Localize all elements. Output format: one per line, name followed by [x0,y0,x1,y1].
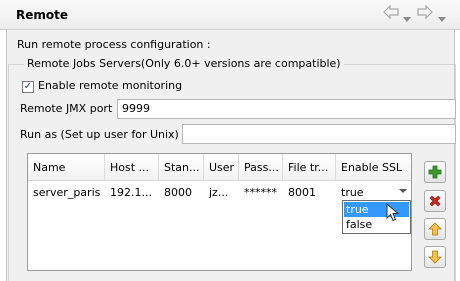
move-up-icon [428,222,442,236]
column-header-enable-ssl[interactable]: Enable SSL [336,154,411,181]
column-header-name[interactable]: Name [28,154,105,181]
cell-host[interactable]: 192.1... [105,183,159,203]
delete-icon [429,195,441,207]
add-icon [428,165,442,179]
view-header: Remote [0,0,460,30]
jmx-port-label: Remote JMX port [20,102,113,115]
delete-button[interactable] [424,190,446,212]
cell-name[interactable]: server_paris [28,183,105,203]
column-header-password[interactable]: Pass... [239,154,283,181]
chevron-down-icon[interactable] [438,11,446,29]
move-down-button[interactable] [424,246,446,268]
group-title: Remote Jobs Servers(Only 6.0+ versions a… [24,57,344,70]
back-arrow-icon[interactable] [383,4,399,23]
chevron-down-icon[interactable] [399,189,407,193]
jmx-port-input[interactable]: 9999 [117,99,456,119]
cell-user[interactable]: jz... [204,183,239,203]
forward-arrow-icon[interactable] [417,4,433,23]
cell-password[interactable]: ****** [239,183,283,203]
ssl-dropdown-list: true false [342,200,411,234]
table-header: Name Host ... Stan... User Pass... File … [28,154,411,181]
column-header-user[interactable]: User [204,154,239,181]
view-title: Remote [16,8,69,22]
move-down-icon [428,250,442,264]
description-label: Run remote process configuration : [17,38,211,51]
enable-monitoring-checkbox[interactable]: ✓ [22,81,34,93]
chevron-down-icon[interactable] [403,11,411,29]
move-up-button[interactable] [424,218,446,240]
enable-monitoring-label: Enable remote monitoring [38,79,183,92]
cell-standard-port[interactable]: 8000 [159,183,204,203]
servers-table: Name Host ... Stan... User Pass... File … [27,153,412,271]
column-header-host[interactable]: Host ... [105,154,159,181]
mouse-cursor-icon [386,203,400,222]
column-header-file-transfer[interactable]: File tr... [283,154,336,181]
cell-file-transfer[interactable]: 8001 [283,183,336,203]
run-as-input[interactable] [182,124,456,144]
run-as-label: Run as (Set up user for Unix) : [20,128,187,141]
column-header-standard-port[interactable]: Stan... [159,154,204,181]
add-button[interactable] [424,161,446,183]
